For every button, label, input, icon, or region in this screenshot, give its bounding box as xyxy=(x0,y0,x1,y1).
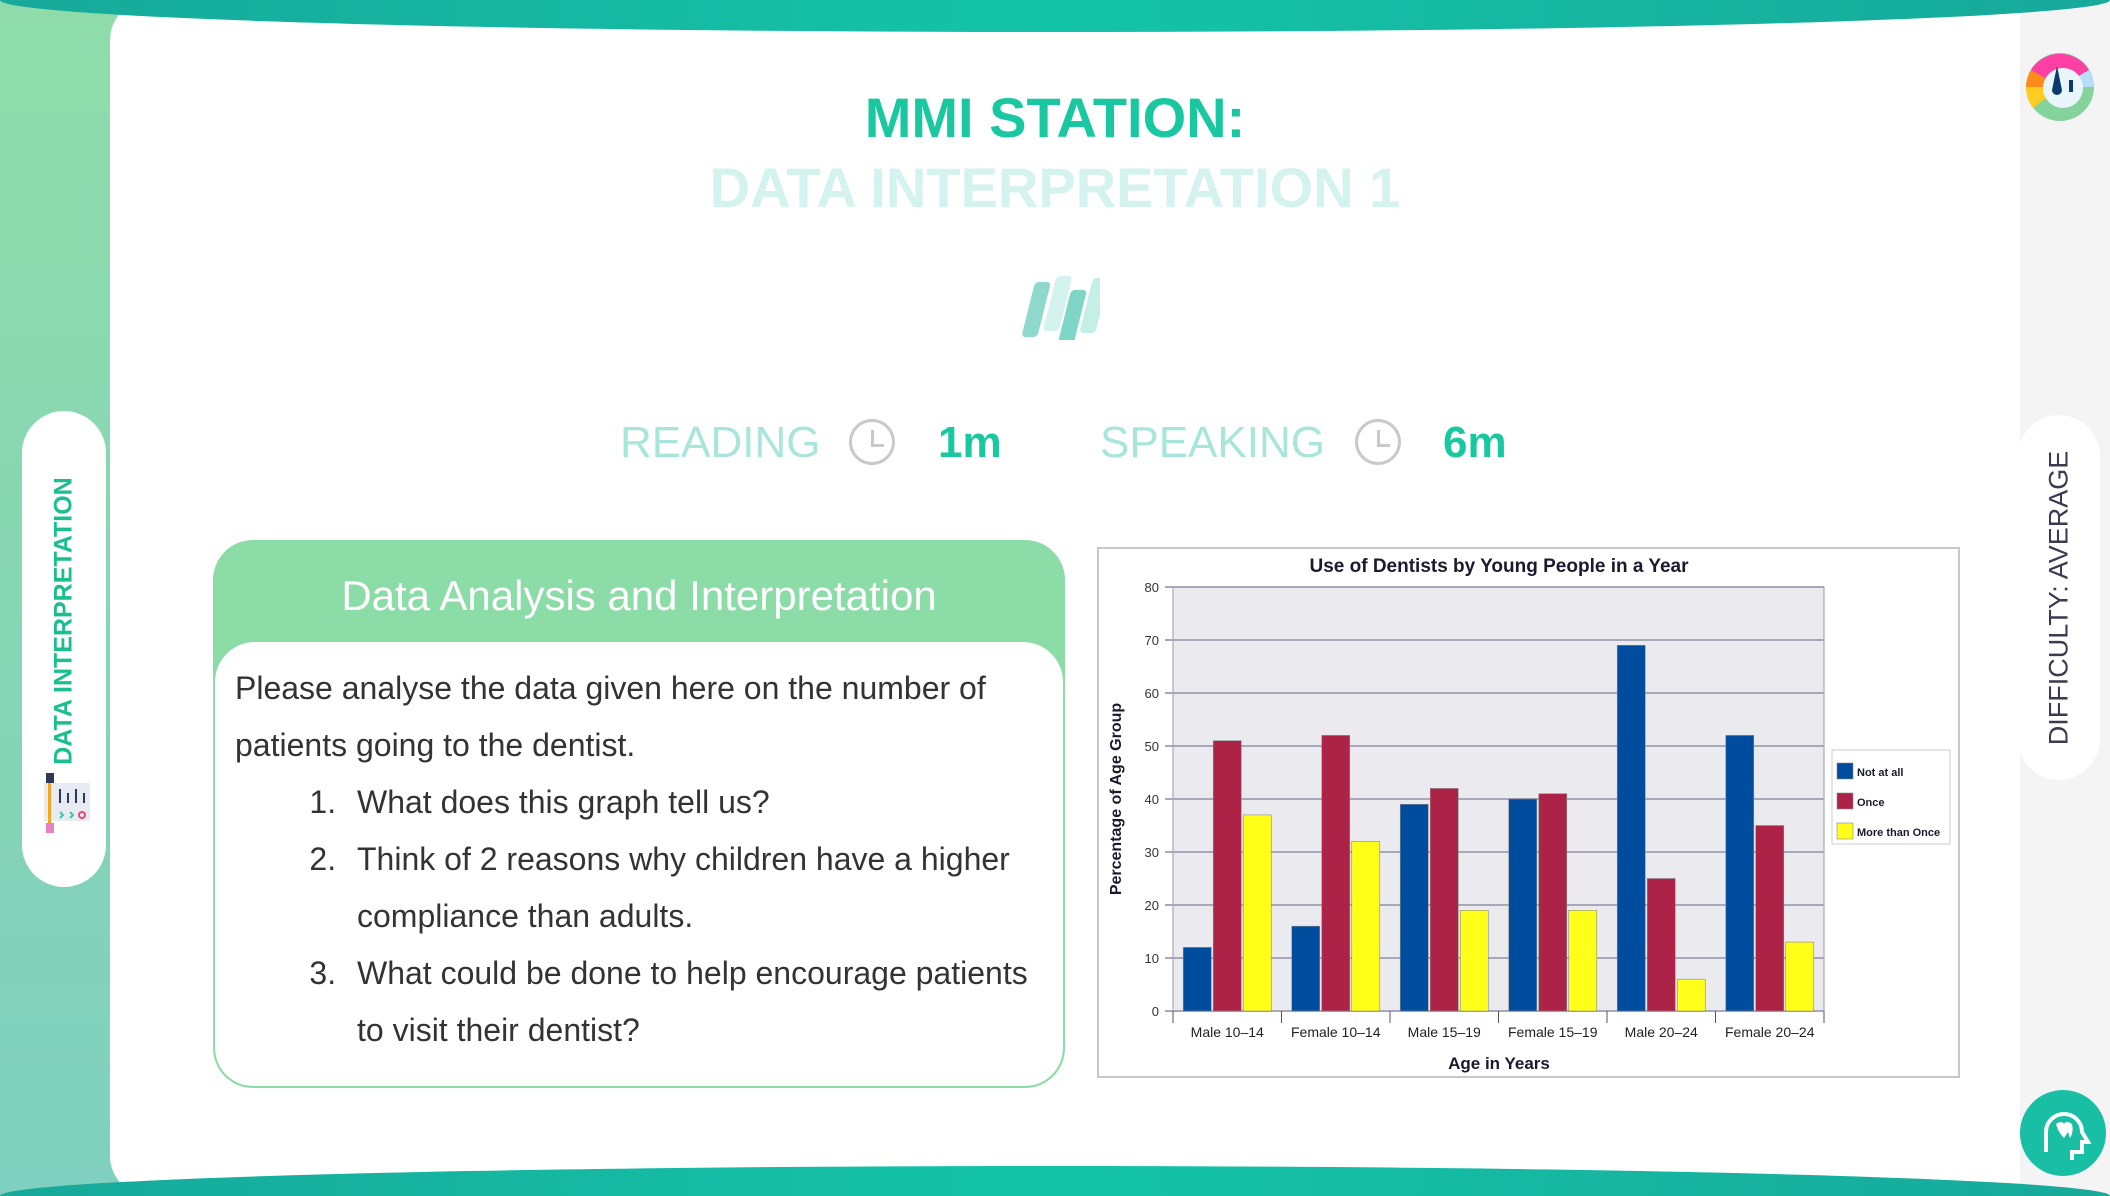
y-tick-label: 20 xyxy=(1145,898,1159,913)
x-tick-label: Male 20–24 xyxy=(1625,1024,1698,1040)
y-tick-label: 40 xyxy=(1145,792,1159,807)
question-list: What does this graph tell us? Think of 2… xyxy=(235,774,1043,1059)
card-body: Please analyse the data given here on th… xyxy=(215,642,1063,1086)
bar xyxy=(1568,909,1598,1012)
reading-label: READING xyxy=(620,418,821,467)
legend-label: Not at all xyxy=(1857,767,1903,779)
legend-label: More than Once xyxy=(1857,827,1940,839)
chart-title: Use of Dentists by Young People in a Yea… xyxy=(1309,556,1689,577)
card-title: Data Analysis and Interpretation xyxy=(341,572,937,619)
bar xyxy=(1182,947,1212,1012)
x-tick-label: Female 20–24 xyxy=(1725,1024,1815,1040)
legend-label: Once xyxy=(1857,797,1885,809)
bar xyxy=(1676,978,1706,1012)
gauge-logo-icon xyxy=(2025,53,2094,121)
speaking-time: 6m xyxy=(1443,418,1507,467)
bar xyxy=(1755,825,1785,1012)
bar xyxy=(1538,793,1568,1012)
x-tick-label: Male 10–14 xyxy=(1191,1024,1264,1040)
slashes-icon xyxy=(1022,276,1100,340)
legend-swatch xyxy=(1836,822,1854,840)
bar xyxy=(1646,878,1676,1012)
chart-document-icon xyxy=(44,773,90,833)
bar xyxy=(1321,735,1351,1012)
bar xyxy=(1785,941,1815,1012)
bar xyxy=(1351,841,1381,1012)
x-axis-label: Age in Years xyxy=(1448,1054,1550,1073)
page-title: MMI STATION: xyxy=(864,86,1246,149)
bar xyxy=(1242,814,1272,1012)
x-tick-label: Female 10–14 xyxy=(1291,1024,1381,1040)
bar xyxy=(1429,788,1459,1012)
head-tooth-icon[interactable] xyxy=(2020,1090,2106,1176)
task-card: Data Analysis and Interpretation Please … xyxy=(213,540,1065,1088)
y-tick-label: 60 xyxy=(1145,686,1159,701)
difficulty-label: DIFFICULTY: AVERAGE xyxy=(2043,450,2074,745)
speaking-label: SPEAKING xyxy=(1100,418,1325,467)
bar xyxy=(1459,909,1489,1012)
question-item: What does this graph tell us? xyxy=(345,774,1043,831)
x-tick-label: Male 15–19 xyxy=(1408,1024,1481,1040)
y-tick-label: 10 xyxy=(1145,951,1159,966)
bar xyxy=(1212,740,1242,1012)
difficulty-pill: DIFFICULTY: AVERAGE xyxy=(2018,415,2100,780)
question-item: What could be done to help encourage pat… xyxy=(345,945,1043,1059)
bar xyxy=(1725,735,1755,1012)
y-axis-label: Percentage of Age Group xyxy=(1108,703,1125,896)
y-tick-label: 30 xyxy=(1145,845,1159,860)
legend-swatch xyxy=(1836,762,1854,780)
card-intro: Please analyse the data given here on th… xyxy=(235,670,986,763)
bar xyxy=(1508,798,1538,1012)
y-tick-label: 0 xyxy=(1152,1004,1159,1019)
x-tick-label: Female 15–19 xyxy=(1508,1024,1598,1040)
bar xyxy=(1399,804,1429,1012)
category-label: DATA INTERPRETATION xyxy=(49,477,78,765)
bar xyxy=(1616,645,1646,1012)
bar-chart: 0 10 20 30 40 50 60 70 80 Male 10–14 Female 10–14 M… xyxy=(1097,547,1960,1078)
bar xyxy=(1291,925,1321,1012)
y-tick-label: 50 xyxy=(1145,739,1159,754)
clock-icon xyxy=(1355,419,1401,465)
clock-icon xyxy=(849,419,895,465)
question-item: Think of 2 reasons why children have a h… xyxy=(345,831,1043,945)
page-subtitle: DATA INTERPRETATION 1 xyxy=(709,156,1401,219)
category-pill: DATA INTERPRETATION xyxy=(22,411,106,887)
reading-time: 1m xyxy=(938,418,1002,467)
y-tick-label: 80 xyxy=(1145,580,1159,595)
y-tick-label: 70 xyxy=(1145,633,1159,648)
legend-swatch xyxy=(1836,792,1854,810)
